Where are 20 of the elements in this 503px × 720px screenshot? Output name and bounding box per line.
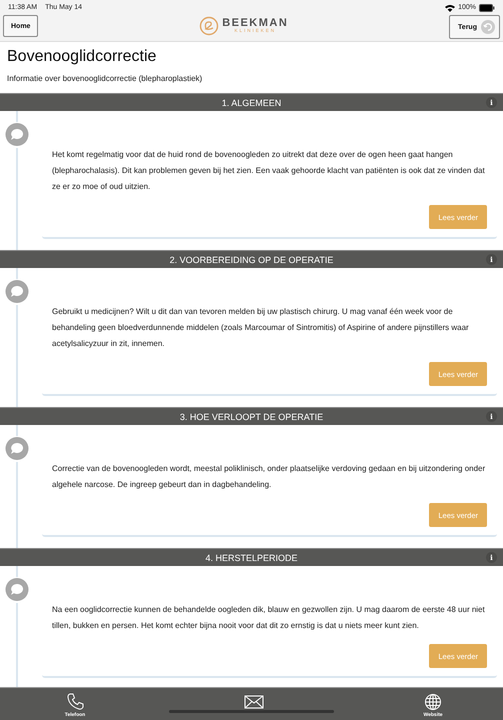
section-title: 2. VOORBEREIDING OP DE OPERATIE	[170, 254, 334, 264]
section-title: 1. ALGEMEEN	[222, 98, 282, 108]
page-subtitle: Informatie over bovenooglidcorrectie (blepharoplastiek)	[7, 74, 204, 83]
globe-icon[interactable]	[423, 692, 443, 712]
page-title: Bovenooglidcorrectie	[7, 48, 158, 66]
chat-bubble-icon	[3, 576, 31, 604]
wifi-icon	[445, 4, 456, 12]
chat-bubble-icon	[3, 435, 31, 463]
section-text: Correctie van de bovenoogleden wordt, meestal poliklinisch, onder plaatselijke verdoving gedaan en bij uitzondering onder algehele narcose. De ingreep gebeurt dan in dagbehandeling.	[52, 463, 486, 491]
battery-icon	[479, 4, 495, 12]
section-text: Het komt regelmatig voor dat de huid rond de bovenoogleden zo uitrekt dat deze over de ogen heen gaat hangen (blepharochalasis). Dit kan problemen geven bij het zien. Een vaak gehoorde klacht van patiënten is ook dat ze vinden dat ze er zo moe of oud uitzien.	[52, 149, 486, 193]
back-arrow-icon	[480, 20, 495, 34]
section-title: 3. HOE VERLOOPT DE OPERATIE	[180, 412, 324, 422]
section-text: Na een ooglidcorrectie kunnen de behandelde oogleden dik, blauw en gezwollen zijn. U mag daarom de eerste 48 uur niet tillen, bukken en persen. Het komt echter bijna nooit voor dat dit zo ernstig is dat u niets meer kunt zien.	[52, 604, 486, 632]
chat-bubble-icon	[3, 278, 31, 306]
phone-icon[interactable]	[65, 692, 85, 712]
chat-bubble-icon	[3, 121, 31, 149]
logo-name: BEEKMAN	[222, 18, 288, 30]
section-text: Gebruikt u medicijnen? Wilt u dit dan van tevoren melden bij uw plastisch chirurg. U mag vanaf één week voor de behandeling geen bloedverdunnende middelen (zoals Marcoumar of Sintromitis) of Aspirine of andere pijnstillers waar acetylsalicyzuur in zit, innemen.	[52, 306, 470, 350]
section-title: 4. HERSTELPERIODE	[205, 552, 298, 562]
